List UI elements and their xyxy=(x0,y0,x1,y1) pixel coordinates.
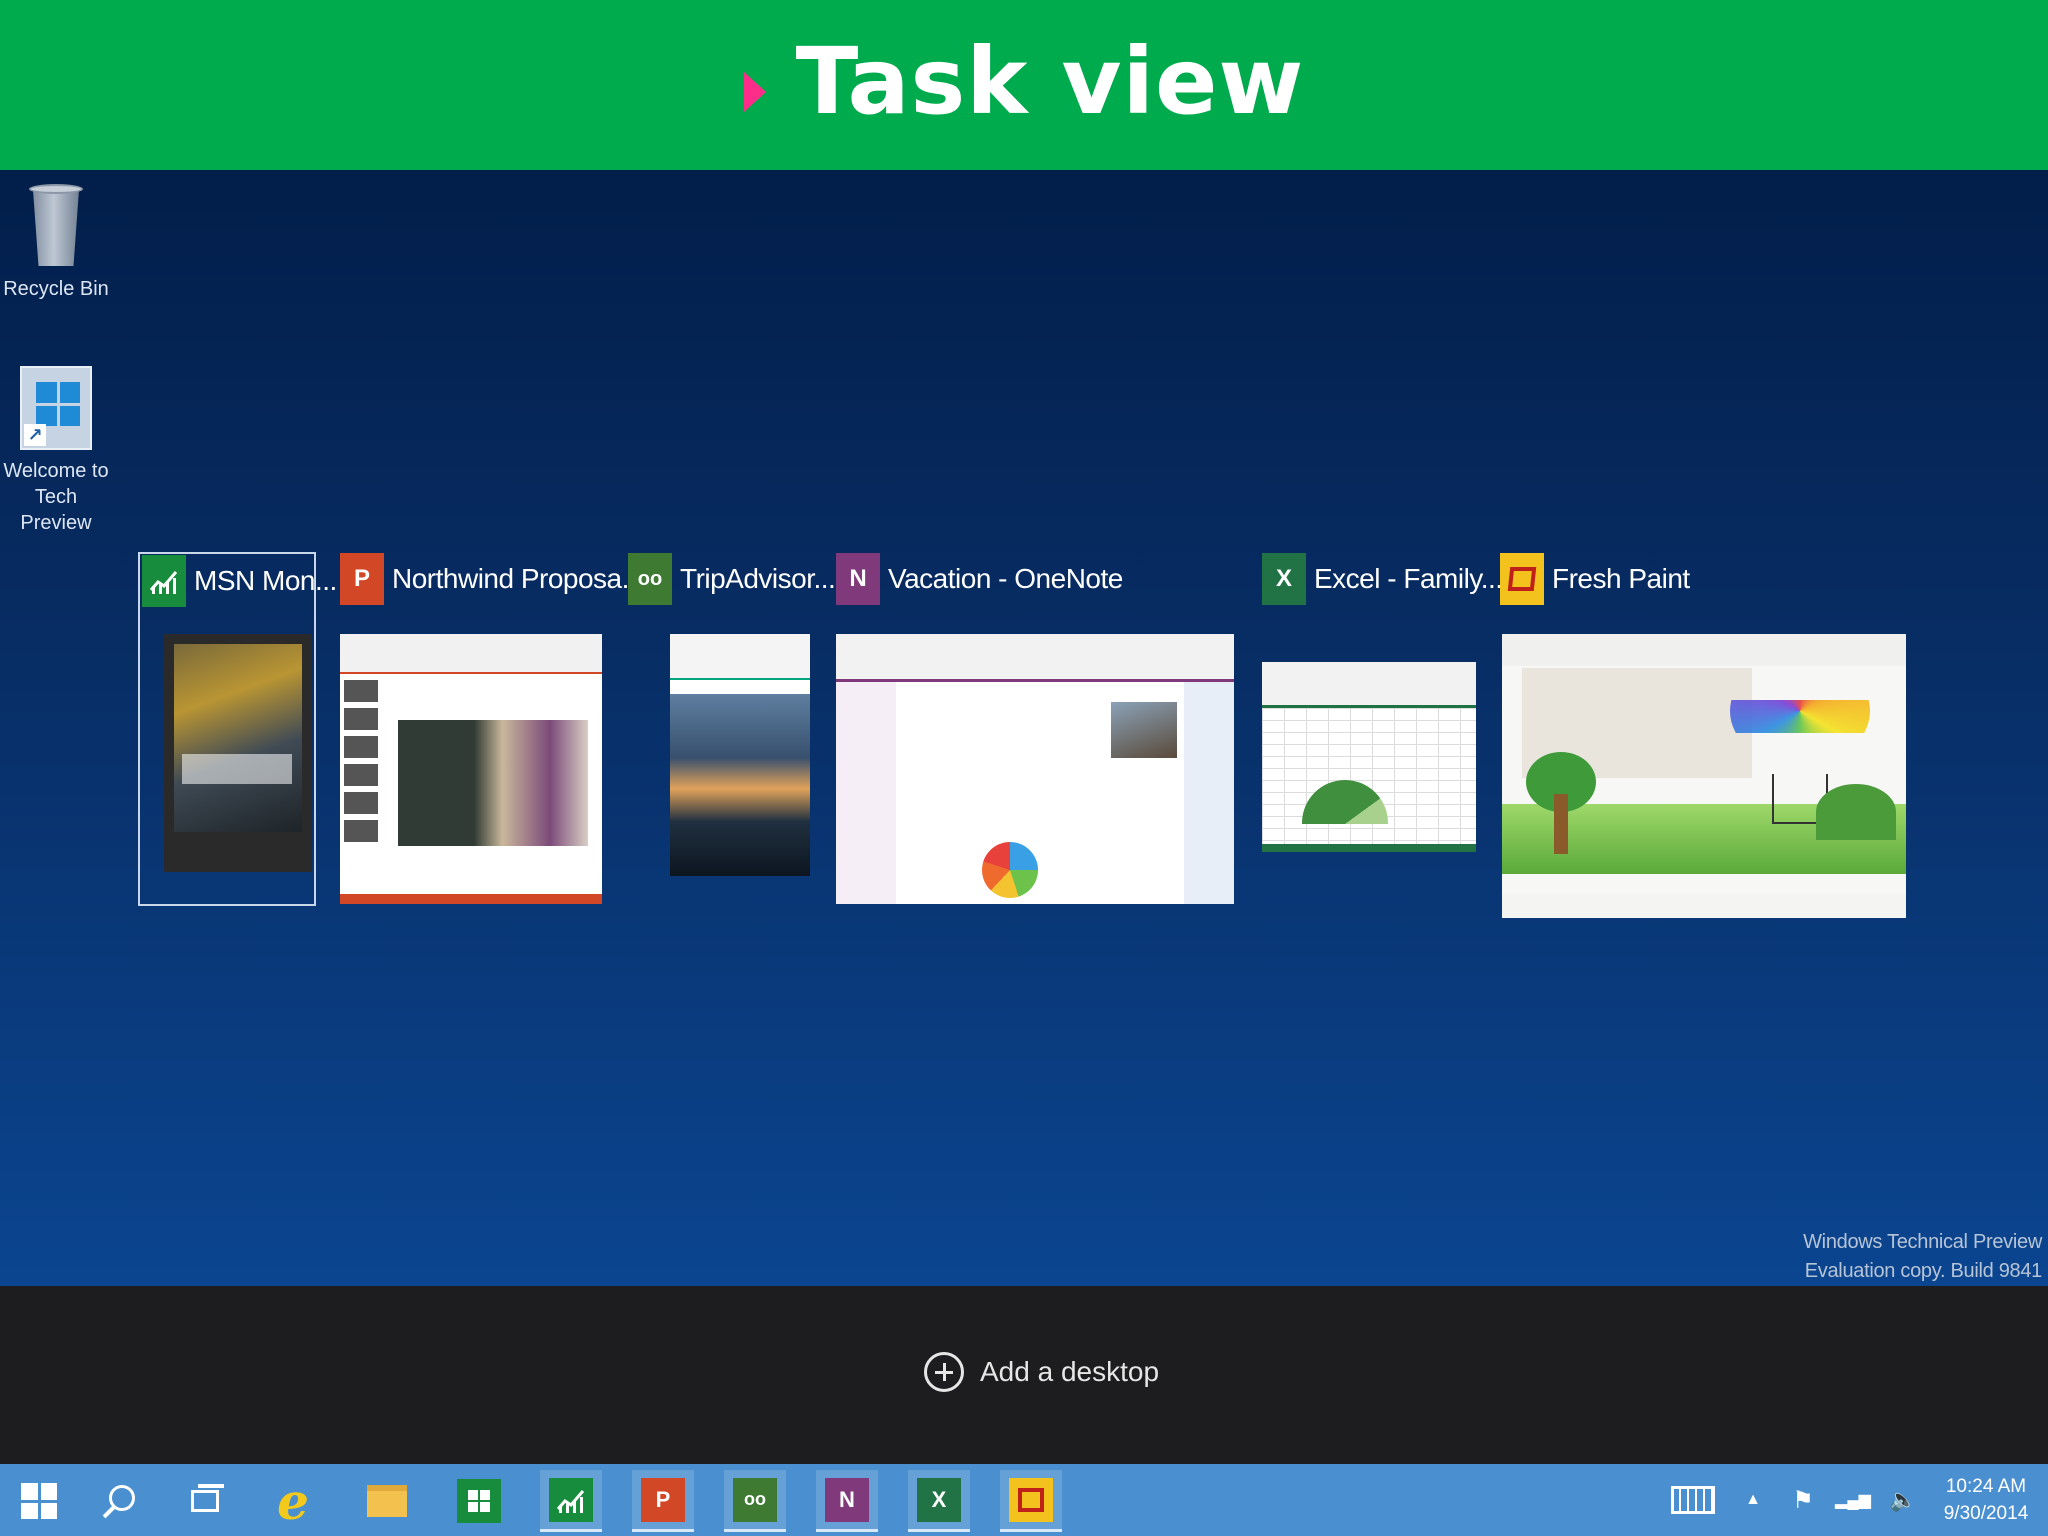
window-thumbnail[interactable] xyxy=(340,634,602,904)
window-thumbnail[interactable] xyxy=(836,634,1234,904)
onenote-icon: N xyxy=(825,1477,869,1522)
window-thumbnail[interactable] xyxy=(670,634,810,876)
task-window-title: MSN Mon... xyxy=(194,565,337,596)
msn-money-taskbar-button[interactable] xyxy=(540,1470,602,1532)
powerpoint-icon: P xyxy=(641,1477,685,1522)
recycle-bin-shortcut[interactable]: Recycle Bin xyxy=(0,184,112,302)
msn-money-icon xyxy=(142,555,186,607)
excel-taskbar-button[interactable]: X xyxy=(908,1470,970,1532)
task-window-title: Northwind Proposa... xyxy=(392,563,644,594)
task-view-button[interactable] xyxy=(174,1470,236,1532)
excel-icon: X xyxy=(917,1477,961,1522)
fresh-paint-icon xyxy=(1500,553,1544,605)
clock-date: 9/30/2014 xyxy=(1943,1503,2029,1524)
show-hidden-icons-button[interactable]: ▲ xyxy=(1728,1464,1778,1536)
file-explorer-button[interactable] xyxy=(356,1470,418,1532)
chevron-up-icon: ▲ xyxy=(1745,1491,1761,1508)
slide-title: Task view xyxy=(795,27,1305,135)
window-thumbnail[interactable] xyxy=(1502,634,1906,918)
add-desktop-button[interactable]: Add a desktop xyxy=(924,1352,1159,1392)
task-window-title: Fresh Paint xyxy=(1552,563,1690,594)
tripadvisor-icon: oo xyxy=(628,553,672,605)
powerpoint-taskbar-button[interactable]: P xyxy=(632,1470,694,1532)
task-window-header: MSN Mon... xyxy=(142,554,337,608)
folder-icon xyxy=(367,1485,407,1517)
search-button[interactable] xyxy=(88,1470,150,1532)
clock-time: 10:24 AM xyxy=(1945,1476,2027,1497)
task-window-tripadvisor[interactable]: oo TripAdvisor... xyxy=(628,552,836,1072)
add-desktop-label: Add a desktop xyxy=(980,1356,1160,1387)
onenote-taskbar-button[interactable]: N xyxy=(816,1470,878,1532)
search-icon xyxy=(109,1485,135,1511)
flag-icon: ⚑ xyxy=(1792,1486,1814,1514)
task-window-fresh-paint[interactable]: Fresh Paint xyxy=(1500,552,1910,1072)
title-bullet-icon xyxy=(743,72,766,112)
tripadvisor-taskbar-button[interactable]: oo xyxy=(724,1470,786,1532)
watermark-line1: Windows Technical Preview xyxy=(1803,1231,2042,1253)
windows-start-icon xyxy=(21,1483,57,1519)
slide-title-bar: Task view xyxy=(0,0,2048,170)
watermark: Windows Technical Preview Evaluation cop… xyxy=(1803,1228,2042,1286)
task-window-header: oo TripAdvisor... xyxy=(628,552,836,606)
touch-keyboard-button[interactable] xyxy=(1658,1464,1728,1536)
volume-button[interactable]: 🔈 xyxy=(1878,1464,1928,1536)
window-thumbnail[interactable] xyxy=(1262,662,1476,852)
task-window-header: Fresh Paint xyxy=(1500,552,1690,606)
signal-icon: ▂▄▆ xyxy=(1835,1492,1871,1509)
internet-explorer-icon: e xyxy=(277,1471,309,1531)
internet-explorer-button[interactable]: e xyxy=(262,1470,324,1532)
desktop: Recycle Bin ↗ Welcome to Tech Preview MS… xyxy=(0,170,2048,1286)
recycle-bin-label: Recycle Bin xyxy=(3,278,109,300)
system-tray: ▲ ⚑ ▂▄▆ 🔈 10:24 AM 9/30/2014 xyxy=(1658,1464,2048,1536)
keyboard-icon xyxy=(1671,1486,1715,1514)
taskbar: e P oo N X ▲ ⚑ ▂▄▆ 🔈 10:24 AM 9/30/2014 xyxy=(0,1464,2048,1536)
volume-icon: 🔈 xyxy=(1889,1487,1917,1512)
task-window-title: Vacation - OneNote xyxy=(888,563,1123,594)
welcome-label-line2: Tech Preview xyxy=(20,486,92,534)
welcome-tech-preview-shortcut[interactable]: ↗ Welcome to Tech Preview xyxy=(0,366,112,536)
powerpoint-icon: P xyxy=(340,553,384,605)
store-icon xyxy=(457,1479,501,1523)
task-window-header: X Excel - Family... xyxy=(1262,552,1503,606)
onenote-icon: N xyxy=(836,553,880,605)
windows-shortcut-icon: ↗ xyxy=(20,366,92,450)
task-window-northwind-powerpoint[interactable]: P Northwind Proposa... xyxy=(340,552,644,1072)
excel-icon: X xyxy=(1262,553,1306,605)
fresh-paint-icon xyxy=(1009,1477,1053,1522)
start-button[interactable] xyxy=(8,1470,70,1532)
msn-money-icon xyxy=(549,1477,593,1522)
welcome-label-line1: Welcome to xyxy=(3,460,109,482)
task-view-icon xyxy=(191,1484,224,1512)
virtual-desktops-band: Add a desktop xyxy=(0,1286,2048,1464)
tripadvisor-icon: oo xyxy=(733,1477,777,1522)
fresh-paint-taskbar-button[interactable] xyxy=(1000,1470,1062,1532)
action-center-button[interactable]: ⚑ xyxy=(1778,1464,1828,1536)
watermark-line2: Evaluation copy. Build 9841 xyxy=(1804,1260,2043,1282)
task-window-excel[interactable]: X Excel - Family... xyxy=(1262,552,1503,1072)
task-window-onenote[interactable]: N Vacation - OneNote xyxy=(836,552,1236,1072)
clock[interactable]: 10:24 AM 9/30/2014 xyxy=(1936,1473,2036,1527)
window-thumbnail[interactable] xyxy=(164,634,312,872)
recycle-bin-icon xyxy=(29,184,83,268)
task-window-header: P Northwind Proposa... xyxy=(340,552,644,606)
task-window-title: TripAdvisor... xyxy=(680,563,836,594)
network-button[interactable]: ▂▄▆ xyxy=(1828,1464,1878,1536)
task-window-header: N Vacation - OneNote xyxy=(836,552,1123,606)
task-window-title: Excel - Family... xyxy=(1314,563,1503,594)
store-button[interactable] xyxy=(448,1470,510,1532)
plus-circle-icon xyxy=(924,1352,964,1392)
task-window-msn-money[interactable]: MSN Mon... xyxy=(138,552,337,906)
